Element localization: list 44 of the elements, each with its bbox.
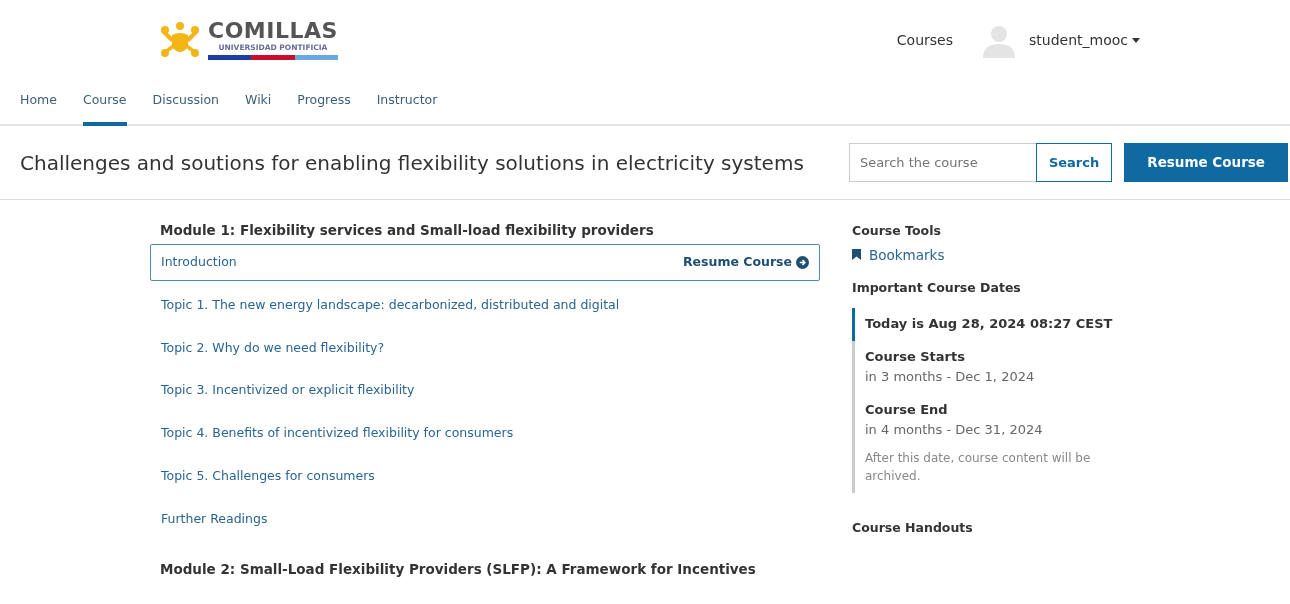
section-link[interactable]: Topic 2. Why do we need flexibility?	[150, 329, 820, 367]
search-button[interactable]: Search	[1035, 143, 1113, 182]
arrow-circle-icon	[796, 256, 809, 270]
section-heading: Course Handouts	[852, 519, 974, 538]
bookmarks-link[interactable]: Bookmarks	[852, 244, 1122, 265]
module-title: Module 2: Small-Load Flexibility Providers (SLFP): A Framework for Incentives	[159, 561, 757, 578]
section-link[interactable]: Topic 4. Benefits of incentivized flexibility for consumers	[150, 415, 820, 452]
section-heading: Important Course Dates	[852, 279, 1022, 297]
crest-icon	[160, 21, 200, 59]
nav-tab[interactable]: Progress	[297, 69, 351, 126]
section-title: Topic 3. Incentivized or explicit flexibility	[161, 381, 415, 400]
section-link[interactable]: Further Readings	[150, 500, 820, 538]
nav-tab[interactable]: Home	[20, 69, 57, 126]
section-link[interactable]: Topic 1. The new energy landscape: decarbonized, distributed and digital	[150, 286, 820, 324]
module-title: Module 1: Flexibility services and Small-load flexibility providers	[159, 222, 655, 239]
date-title: Today is Aug 28, 2024 08:27 CEST	[865, 314, 1114, 333]
date-detail: in 4 months - Dec 31, 2024	[865, 420, 1044, 439]
section-title: Topic 5. Challenges for consumers	[161, 466, 375, 485]
date-detail: in 3 months - Dec 1, 2024	[865, 367, 1036, 386]
nav-tab[interactable]: Instructor	[376, 69, 438, 126]
section-title: Introduction	[161, 253, 237, 272]
courses-link[interactable]: Courses	[896, 29, 953, 51]
nav-tab[interactable]: Wiki	[245, 69, 272, 126]
section-title: Further Readings	[161, 509, 268, 528]
course-title: Challenges and soutions for enabling flexibility solutions in electricity systems	[20, 149, 804, 177]
nav-tab[interactable]: Discussion	[152, 69, 220, 126]
section-heading: Course Tools	[852, 222, 942, 240]
caret-icon	[1132, 37, 1140, 43]
section-link[interactable]: Topic 5. Challenges for consumers	[150, 457, 820, 495]
date-title: Course Starts	[865, 348, 966, 367]
section-title: Topic 1. The new energy landscape: decarbonized, distributed and digital	[161, 295, 620, 314]
nav-tab[interactable]: Course	[82, 69, 127, 126]
bookmark-icon	[852, 249, 861, 261]
section-title: Topic 2. Why do we need flexibility?	[161, 338, 385, 357]
resume-link[interactable]: Resume Course	[682, 253, 809, 272]
date-note: After this date, course content will be archived.	[865, 450, 1092, 486]
logo-wordmark: COMILLAS	[208, 20, 338, 43]
date-title: Course End	[865, 401, 949, 420]
resume-course-button[interactable]: Resume Course	[1124, 143, 1288, 182]
search-field[interactable]: Search the course	[848, 143, 1037, 182]
user-menu[interactable]: student_mooc	[1029, 29, 1140, 51]
section-title: Topic 4. Benefits of incentivized flexibility for consumers	[161, 424, 514, 443]
section-link[interactable]: Topic 3. Incentivized or explicit flexibility	[150, 372, 820, 410]
section-link[interactable]: Introduction Resume Course	[150, 244, 820, 281]
